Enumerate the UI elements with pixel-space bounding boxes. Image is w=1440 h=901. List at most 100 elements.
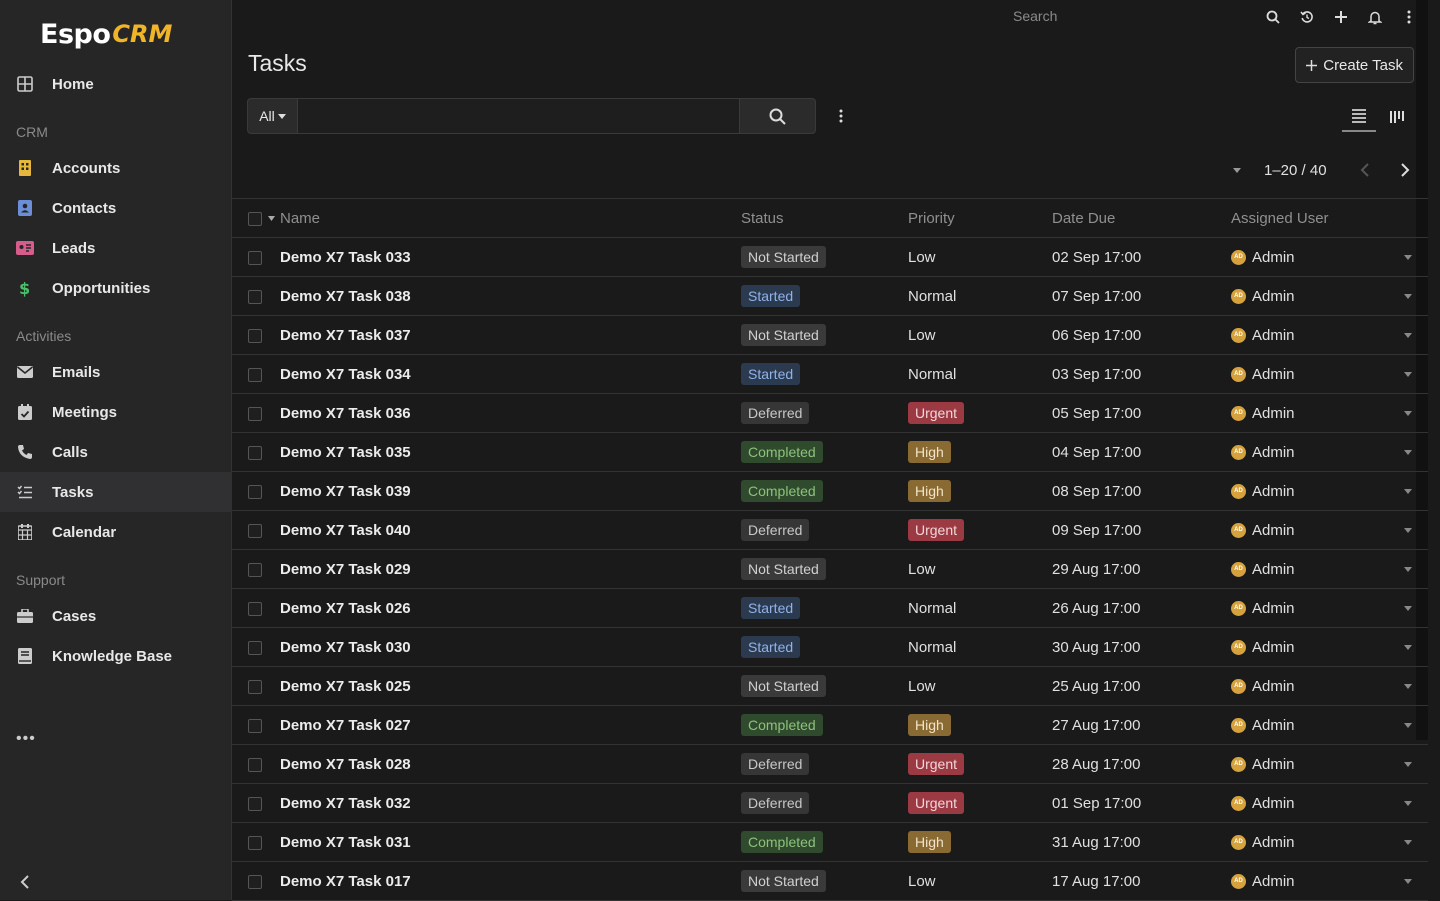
assigned-user-link[interactable]: Admin [1252, 288, 1295, 305]
bell-icon[interactable] [1364, 6, 1386, 28]
filter-scope-dropdown[interactable]: All [247, 98, 298, 134]
row-checkbox[interactable] [248, 406, 262, 421]
row-checkbox[interactable] [248, 601, 262, 616]
row-actions-dropdown-icon[interactable] [1388, 410, 1428, 416]
table-row[interactable]: Demo X7 Task 034 Started Normal 03 Sep 17:0… [232, 354, 1428, 394]
task-name-link[interactable]: Demo X7 Task 033 [280, 237, 741, 277]
row-checkbox[interactable] [248, 562, 262, 577]
row-actions-dropdown-icon[interactable] [1388, 683, 1428, 689]
task-name-link[interactable]: Demo X7 Task 039 [280, 471, 741, 511]
column-header-status[interactable]: Status [741, 198, 908, 238]
task-name-link[interactable]: Demo X7 Task 031 [280, 822, 741, 862]
table-row[interactable]: Demo X7 Task 036 Deferred Urgent 05 Sep 17:… [232, 393, 1428, 433]
row-actions-dropdown-icon[interactable] [1388, 722, 1428, 728]
assigned-user-link[interactable]: Admin [1252, 639, 1295, 656]
sidebar-item-accounts[interactable]: Accounts [0, 148, 232, 188]
task-name-link[interactable]: Demo X7 Task 038 [280, 276, 741, 316]
sidebar-item-meetings[interactable]: Meetings [0, 392, 232, 432]
kebab-menu-icon[interactable] [1398, 6, 1420, 28]
filter-options-icon[interactable] [832, 106, 850, 126]
table-row[interactable]: Demo X7 Task 029 Not Started Low 29 Aug 17:… [232, 549, 1428, 589]
row-checkbox[interactable] [248, 289, 262, 304]
row-checkbox[interactable] [248, 796, 262, 811]
task-name-link[interactable]: Demo X7 Task 026 [280, 588, 741, 628]
assigned-user-link[interactable]: Admin [1252, 522, 1295, 539]
collapse-sidebar-icon[interactable] [16, 870, 36, 894]
assigned-user-link[interactable]: Admin [1252, 327, 1295, 344]
task-name-link[interactable]: Demo X7 Task 040 [280, 510, 741, 550]
table-row[interactable]: Demo X7 Task 028 Deferred Urgent 28 Aug 17:… [232, 744, 1428, 784]
assigned-user-link[interactable]: Admin [1252, 366, 1295, 383]
assigned-user-link[interactable]: Admin [1252, 444, 1295, 461]
row-actions-dropdown-icon[interactable] [1388, 488, 1428, 494]
global-search-input[interactable]: Search [1013, 8, 1057, 24]
row-actions-dropdown-icon[interactable] [1388, 644, 1428, 650]
row-actions-dropdown-icon[interactable] [1388, 839, 1428, 845]
row-actions-dropdown-icon[interactable] [1388, 332, 1428, 338]
column-header-priority[interactable]: Priority [908, 198, 1052, 238]
task-name-link[interactable]: Demo X7 Task 030 [280, 627, 741, 667]
task-name-link[interactable]: Demo X7 Task 029 [280, 549, 741, 589]
espocrm-logo[interactable]: Espo CRM [40, 16, 172, 52]
row-actions-dropdown-icon[interactable] [1388, 449, 1428, 455]
table-row[interactable]: Demo X7 Task 033 Not Started Low 02 Sep 17:… [232, 237, 1428, 277]
sidebar-item-calls[interactable]: Calls [0, 432, 232, 472]
assigned-user-link[interactable]: Admin [1252, 405, 1295, 422]
sidebar-item-opportunities[interactable]: $ Opportunities [0, 268, 232, 308]
row-actions-dropdown-icon[interactable] [1388, 761, 1428, 767]
sidebar-item-leads[interactable]: Leads [0, 228, 232, 268]
select-all-checkbox[interactable] [248, 211, 262, 226]
sidebar-item-calendar[interactable]: Calendar [0, 512, 232, 552]
table-row[interactable]: Demo X7 Task 037 Not Started Low 06 Sep 17:… [232, 315, 1428, 355]
column-header-name[interactable]: Name [280, 198, 741, 238]
task-name-link[interactable]: Demo X7 Task 027 [280, 705, 741, 745]
table-row[interactable]: Demo X7 Task 026 Started Normal 26 Aug 17:0… [232, 588, 1428, 628]
pagination-dropdown-icon[interactable] [1222, 167, 1252, 173]
row-actions-dropdown-icon[interactable] [1388, 293, 1428, 299]
assigned-user-link[interactable]: Admin [1252, 834, 1295, 851]
table-row[interactable]: Demo X7 Task 030 Started Normal 30 Aug 17:0… [232, 627, 1428, 667]
row-actions-dropdown-icon[interactable] [1388, 254, 1428, 260]
more-menu-icon[interactable]: ••• [16, 730, 36, 748]
sidebar-item-contacts[interactable]: Contacts [0, 188, 232, 228]
table-row[interactable]: Demo X7 Task 027 Completed High 27 Aug 17:0… [232, 705, 1428, 745]
row-actions-dropdown-icon[interactable] [1388, 878, 1428, 884]
prev-page-icon[interactable] [1345, 162, 1385, 178]
list-view-icon[interactable] [1342, 102, 1376, 132]
row-actions-dropdown-icon[interactable] [1388, 800, 1428, 806]
table-row[interactable]: Demo X7 Task 039 Completed High 08 Sep 17:0… [232, 471, 1428, 511]
task-name-link[interactable]: Demo X7 Task 028 [280, 744, 741, 784]
assigned-user-link[interactable]: Admin [1252, 249, 1295, 266]
assigned-user-link[interactable]: Admin [1252, 483, 1295, 500]
row-checkbox[interactable] [248, 679, 262, 694]
table-row[interactable]: Demo X7 Task 035 Completed High 04 Sep 17:0… [232, 432, 1428, 472]
assigned-user-link[interactable]: Admin [1252, 873, 1295, 890]
row-checkbox[interactable] [248, 445, 262, 460]
table-row[interactable]: Demo X7 Task 017 Not Started Low 17 Aug 17:… [232, 861, 1428, 901]
task-name-link[interactable]: Demo X7 Task 034 [280, 354, 741, 394]
table-row[interactable]: Demo X7 Task 032 Deferred Urgent 01 Sep 17:… [232, 783, 1428, 823]
row-actions-dropdown-icon[interactable] [1388, 371, 1428, 377]
filter-search-button[interactable] [740, 98, 816, 134]
sidebar-item-cases[interactable]: Cases [0, 596, 232, 636]
search-icon[interactable] [1262, 6, 1284, 28]
row-checkbox[interactable] [248, 367, 262, 382]
assigned-user-link[interactable]: Admin [1252, 600, 1295, 617]
row-checkbox[interactable] [248, 835, 262, 850]
task-name-link[interactable]: Demo X7 Task 017 [280, 861, 741, 901]
next-page-icon[interactable] [1385, 162, 1425, 178]
sidebar-item-home[interactable]: Home [0, 64, 232, 104]
filter-text-input[interactable] [298, 98, 740, 134]
row-checkbox[interactable] [248, 484, 262, 499]
table-row[interactable]: Demo X7 Task 031 Completed High 31 Aug 17:0… [232, 822, 1428, 862]
row-checkbox[interactable] [248, 874, 262, 889]
create-task-button[interactable]: Create Task [1295, 47, 1414, 83]
plus-icon[interactable] [1330, 6, 1352, 28]
row-checkbox[interactable] [248, 718, 262, 733]
row-actions-dropdown-icon[interactable] [1388, 605, 1428, 611]
table-row[interactable]: Demo X7 Task 025 Not Started Low 25 Aug 17:… [232, 666, 1428, 706]
task-name-link[interactable]: Demo X7 Task 025 [280, 666, 741, 706]
row-actions-dropdown-icon[interactable] [1388, 527, 1428, 533]
sidebar-item-emails[interactable]: Emails [0, 352, 232, 392]
row-checkbox[interactable] [248, 523, 262, 538]
